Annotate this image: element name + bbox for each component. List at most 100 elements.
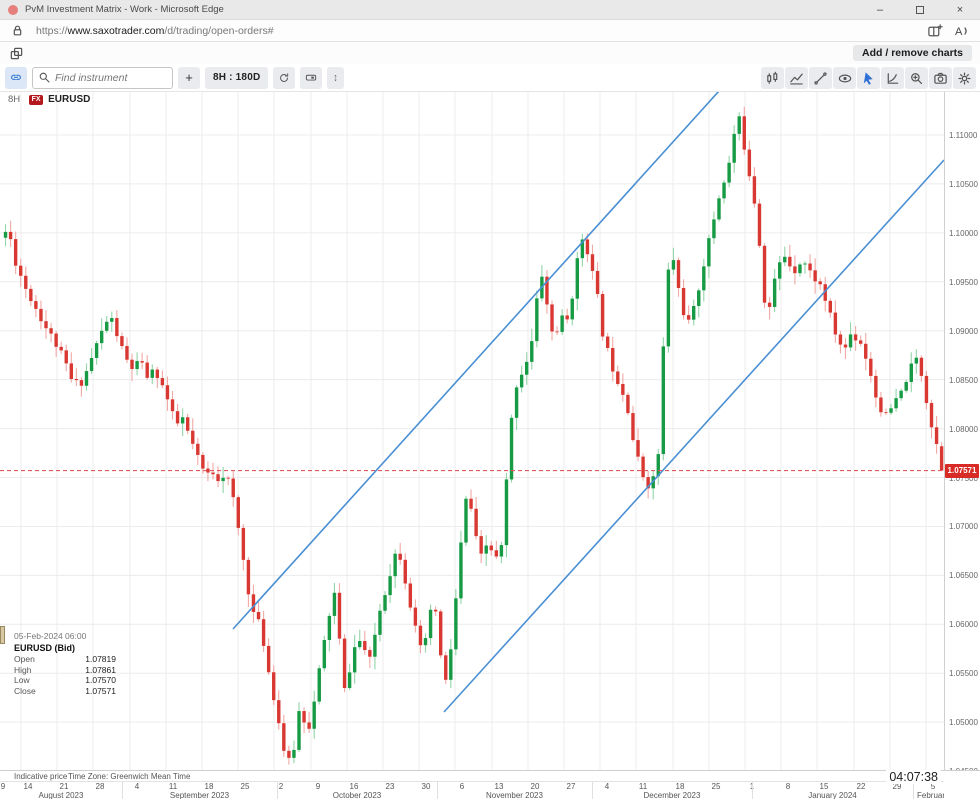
interval-label: 8H: [8, 94, 21, 105]
date-tick-label: 4: [134, 782, 140, 791]
camera-icon[interactable]: [929, 67, 952, 89]
site-favicon-icon: [8, 4, 18, 15]
date-tick-label: 23: [385, 782, 395, 791]
svg-text:A: A: [955, 26, 963, 38]
period-button[interactable]: 8H : 180D: [205, 66, 269, 89]
month-label: August 2023: [38, 791, 84, 799]
month-label: November 2023: [486, 791, 543, 799]
date-tick-label: 18: [675, 782, 685, 791]
search-input[interactable]: [55, 71, 165, 84]
timezone-label: Time Zone: Greenwich Mean Time: [68, 772, 191, 781]
indicators-icon[interactable]: [785, 67, 808, 89]
price-axis-label: 1.07000: [949, 522, 978, 532]
draw-line-icon[interactable]: [809, 67, 832, 89]
split-screen-icon[interactable]: [922, 22, 948, 40]
price-axis-label: 1.10000: [949, 228, 978, 238]
date-tick-label: 14: [23, 782, 33, 791]
month-label: January 2024: [808, 791, 857, 799]
month-label: February 2024: [917, 791, 944, 799]
date-tick-label: 18: [204, 782, 214, 791]
address-bar: https://www.saxotrader.com/d/trading/ope…: [0, 20, 980, 42]
title-bar: PvM Investment Matrix - Work - Microsoft…: [0, 0, 980, 20]
info-low-value: 1.07570: [85, 675, 116, 685]
refresh-icon[interactable]: [273, 66, 296, 89]
date-tick-label: 13: [494, 782, 504, 791]
axis-scale-icon[interactable]: [881, 67, 904, 89]
info-open-value: 1.07819: [85, 654, 116, 664]
lock-icon[interactable]: [4, 22, 30, 40]
date-tick-label: 8: [785, 782, 791, 791]
price-axis-label: 1.05500: [949, 669, 978, 679]
url-path: /d/trading/open-orders#: [164, 24, 274, 37]
price-axis-label: 1.11000: [949, 131, 978, 140]
page-header-row: Add / remove charts: [0, 42, 980, 64]
add-instrument-button[interactable]: +: [178, 66, 200, 89]
popout-icon[interactable]: [3, 44, 29, 62]
month-label: December 2023: [643, 791, 701, 799]
info-datetime: 05-Feb-2024 06:00: [14, 631, 87, 641]
month-boundary: [277, 782, 278, 799]
link-icon[interactable]: [5, 66, 27, 89]
instrument-header: 8H FX EURUSD: [8, 94, 90, 105]
close-button[interactable]: ×: [940, 0, 980, 20]
maximize-icon: [916, 5, 924, 14]
candlestick-chart[interactable]: [0, 92, 945, 770]
price-axis-divider: [944, 92, 945, 799]
current-price-badge: 1.07571: [945, 463, 979, 478]
price-axis-label: 1.09000: [949, 326, 978, 336]
price-axis-label: 1.09500: [949, 277, 978, 287]
url-domain: www.saxotrader.com: [67, 24, 165, 37]
price-axis-label: 1.05000: [949, 718, 978, 728]
date-tick-label: 30: [421, 782, 431, 791]
date-tick-label: 15: [819, 782, 829, 791]
date-tick-label: 28: [95, 782, 105, 791]
clock: 04:07:38: [886, 770, 941, 784]
add-remove-charts-button[interactable]: Add / remove charts: [853, 45, 972, 61]
ohlc-info-box: 05-Feb-2024 06:00 EURUSD (Bid) Open 1.078…: [14, 631, 116, 696]
time-axis: Indicative price Time Zone: Greenwich Me…: [0, 770, 980, 799]
month-label: October 2023: [332, 791, 382, 799]
date-tick-label: 9: [315, 782, 321, 791]
drawing-anchor[interactable]: [0, 626, 5, 644]
instrument-symbol[interactable]: EURUSD: [48, 94, 90, 105]
month-boundary: [122, 782, 123, 799]
minimize-button[interactable]: –: [860, 0, 900, 20]
read-aloud-icon[interactable]: A: [948, 22, 974, 40]
date-ticks[interactable]: 9142128411182529162330613202741118251815…: [0, 782, 944, 791]
window-title: PvM Investment Matrix - Work - Microsoft…: [25, 4, 224, 15]
info-high-value: 1.07861: [85, 664, 116, 675]
url-scheme: https://: [36, 24, 68, 37]
date-tick-label: 2: [278, 782, 284, 791]
month-labels: August 2023 September 2023 October 2023 Nov…: [0, 791, 944, 799]
cursor-icon[interactable]: [857, 67, 880, 89]
date-tick-label: 20: [530, 782, 540, 791]
date-tick-label: 21: [59, 782, 69, 791]
url-input[interactable]: https://www.saxotrader.com/d/trading/ope…: [36, 25, 922, 37]
date-tick-label: 22: [856, 782, 866, 791]
gear-icon[interactable]: [953, 67, 976, 89]
info-title: EURUSD (Bid): [14, 642, 75, 653]
chart-area: 8H FX EURUSD 1.11000 1.10500 1.10000 1.0950…: [0, 92, 980, 799]
chart-toolbar: + 8H : 180D: [0, 64, 980, 92]
search-icon: [39, 72, 50, 83]
date-tick-label: 6: [459, 782, 465, 791]
maximize-button[interactable]: [900, 0, 940, 20]
price-axis-label: 1.08000: [949, 424, 978, 434]
date-tick-label: 11: [638, 782, 648, 791]
month-boundary: [437, 782, 438, 799]
price-axis-label: 1.06000: [949, 620, 978, 630]
date-tick-label: 25: [711, 782, 721, 791]
date-tick-label: 27: [566, 782, 576, 791]
info-close-label: Close: [14, 685, 36, 696]
zoom-in-icon[interactable]: [905, 67, 928, 89]
indicative-price-label: Indicative price: [14, 772, 68, 781]
toggle-icon[interactable]: [300, 66, 323, 89]
info-close-value: 1.07571: [85, 685, 116, 696]
month-boundary: [913, 782, 914, 799]
price-axis-label: 1.06500: [949, 571, 978, 581]
vertical-expand-icon[interactable]: [327, 66, 345, 89]
browser-window: PvM Investment Matrix - Work - Microsoft…: [0, 0, 980, 799]
search-instrument-box[interactable]: [32, 66, 173, 89]
eye-icon[interactable]: [833, 67, 856, 89]
candlestick-type-icon[interactable]: [761, 67, 784, 89]
